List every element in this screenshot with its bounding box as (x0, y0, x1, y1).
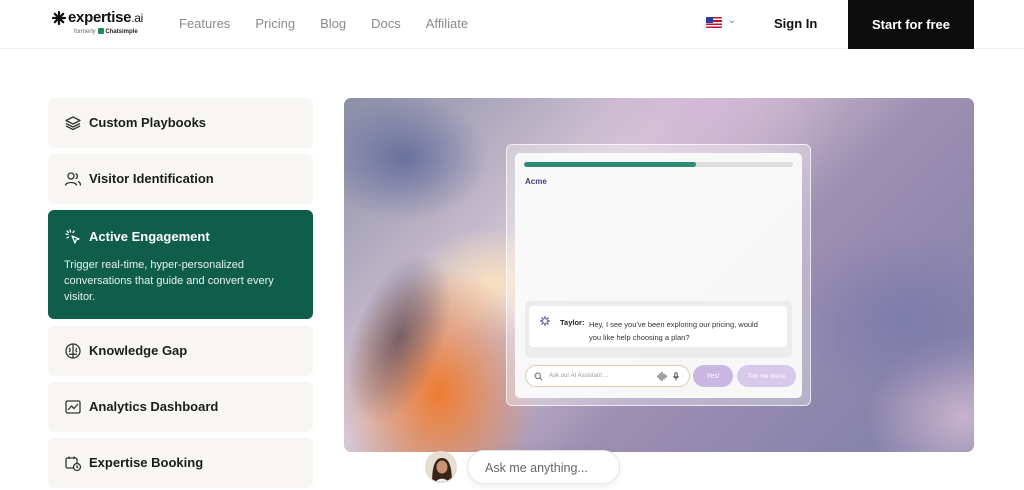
logo-star-icon (52, 11, 66, 25)
chart-icon (65, 400, 81, 414)
microphone-icon[interactable] (673, 372, 679, 381)
demo-visual: Acme Taylor: Hey, I see you've been expl… (344, 98, 974, 452)
layers-icon (65, 116, 81, 131)
logo-name: expertise (68, 9, 132, 26)
cursor-click-icon (65, 229, 80, 244)
top-navbar: expertise.ai formerly Chatsimple Feature… (0, 0, 1024, 49)
feature-label: Knowledge Gap (89, 343, 188, 358)
main-nav: Features Pricing Blog Docs Affiliate (179, 16, 493, 31)
quick-reply-tell-me-more[interactable]: Tell me more (737, 365, 796, 387)
users-icon (64, 172, 82, 186)
logo-wordmark: expertise.ai (68, 9, 143, 26)
voice-wave-icon[interactable] (657, 372, 667, 381)
logo[interactable]: expertise.ai formerly Chatsimple (52, 9, 162, 39)
nav-blog[interactable]: Blog (320, 16, 346, 31)
logo-formerly-brand: Chatsimple (105, 29, 138, 35)
search-icon (534, 372, 543, 381)
logo-formerly: formerly Chatsimple (74, 28, 138, 35)
progress-fill (524, 162, 697, 167)
chevron-down-icon[interactable]: ⌄ (728, 15, 736, 26)
nav-pricing[interactable]: Pricing (255, 16, 295, 31)
feature-label: Active Engagement (89, 229, 210, 244)
chatsimple-icon (98, 28, 105, 34)
feature-description: Trigger real-time, hyper-personalized co… (64, 259, 274, 303)
start-for-free-button[interactable]: Start for free (848, 0, 974, 49)
feature-label: Visitor Identification (89, 171, 214, 186)
nav-features[interactable]: Features (179, 16, 230, 31)
brand-name: Acme (525, 177, 547, 186)
logo-suffix: .ai (131, 11, 143, 25)
feature-label: Expertise Booking (89, 455, 204, 470)
message-sender: Taylor: (560, 318, 585, 327)
feature-custom-playbooks[interactable]: Custom Playbooks (48, 98, 313, 148)
assistant-input-placeholder: Ask our AI Assistant ... (549, 373, 609, 379)
nav-affiliate[interactable]: Affiliate (426, 16, 468, 31)
page: expertise.ai formerly Chatsimple Feature… (0, 0, 1024, 490)
feature-label: Analytics Dashboard (89, 399, 219, 414)
feature-active-engagement[interactable]: Active Engagement Trigger real-time, hyp… (48, 210, 313, 319)
feature-visitor-identification[interactable]: Visitor Identification (48, 154, 313, 204)
chat-area: Taylor: Hey, I see you've been exploring… (525, 301, 792, 358)
ask-placeholder: Ask me anything... (485, 461, 588, 475)
message-text: Hey, I see you've been exploring our pri… (589, 320, 758, 342)
chat-widget-demo: Acme Taylor: Hey, I see you've been expl… (515, 153, 802, 398)
feature-knowledge-gap[interactable]: Knowledge Gap (48, 326, 313, 376)
us-flag-icon[interactable] (706, 17, 722, 28)
brain-icon (65, 343, 81, 359)
chat-message: Taylor: Hey, I see you've been exploring… (529, 306, 787, 347)
assistant-input[interactable]: Ask our AI Assistant ... (525, 365, 690, 387)
quick-reply-yes[interactable]: Yes! (693, 365, 733, 387)
calendar-clock-icon (65, 456, 82, 472)
ask-me-anything-input[interactable]: Ask me anything... (467, 450, 620, 484)
flag-canton (706, 17, 713, 23)
sign-in-link[interactable]: Sign In (774, 16, 817, 31)
progress-bar (524, 162, 793, 167)
assistant-spark-icon (540, 316, 550, 326)
logo-formerly-text: formerly (74, 29, 96, 35)
background-shape (344, 238, 473, 438)
avatar-portrait (426, 452, 456, 482)
demo-glass-frame: Acme Taylor: Hey, I see you've been expl… (506, 144, 811, 406)
assistant-avatar[interactable] (425, 451, 457, 483)
feature-analytics-dashboard[interactable]: Analytics Dashboard (48, 382, 313, 432)
feature-expertise-booking[interactable]: Expertise Booking (48, 438, 313, 488)
nav-docs[interactable]: Docs (371, 16, 401, 31)
feature-label: Custom Playbooks (89, 115, 207, 130)
